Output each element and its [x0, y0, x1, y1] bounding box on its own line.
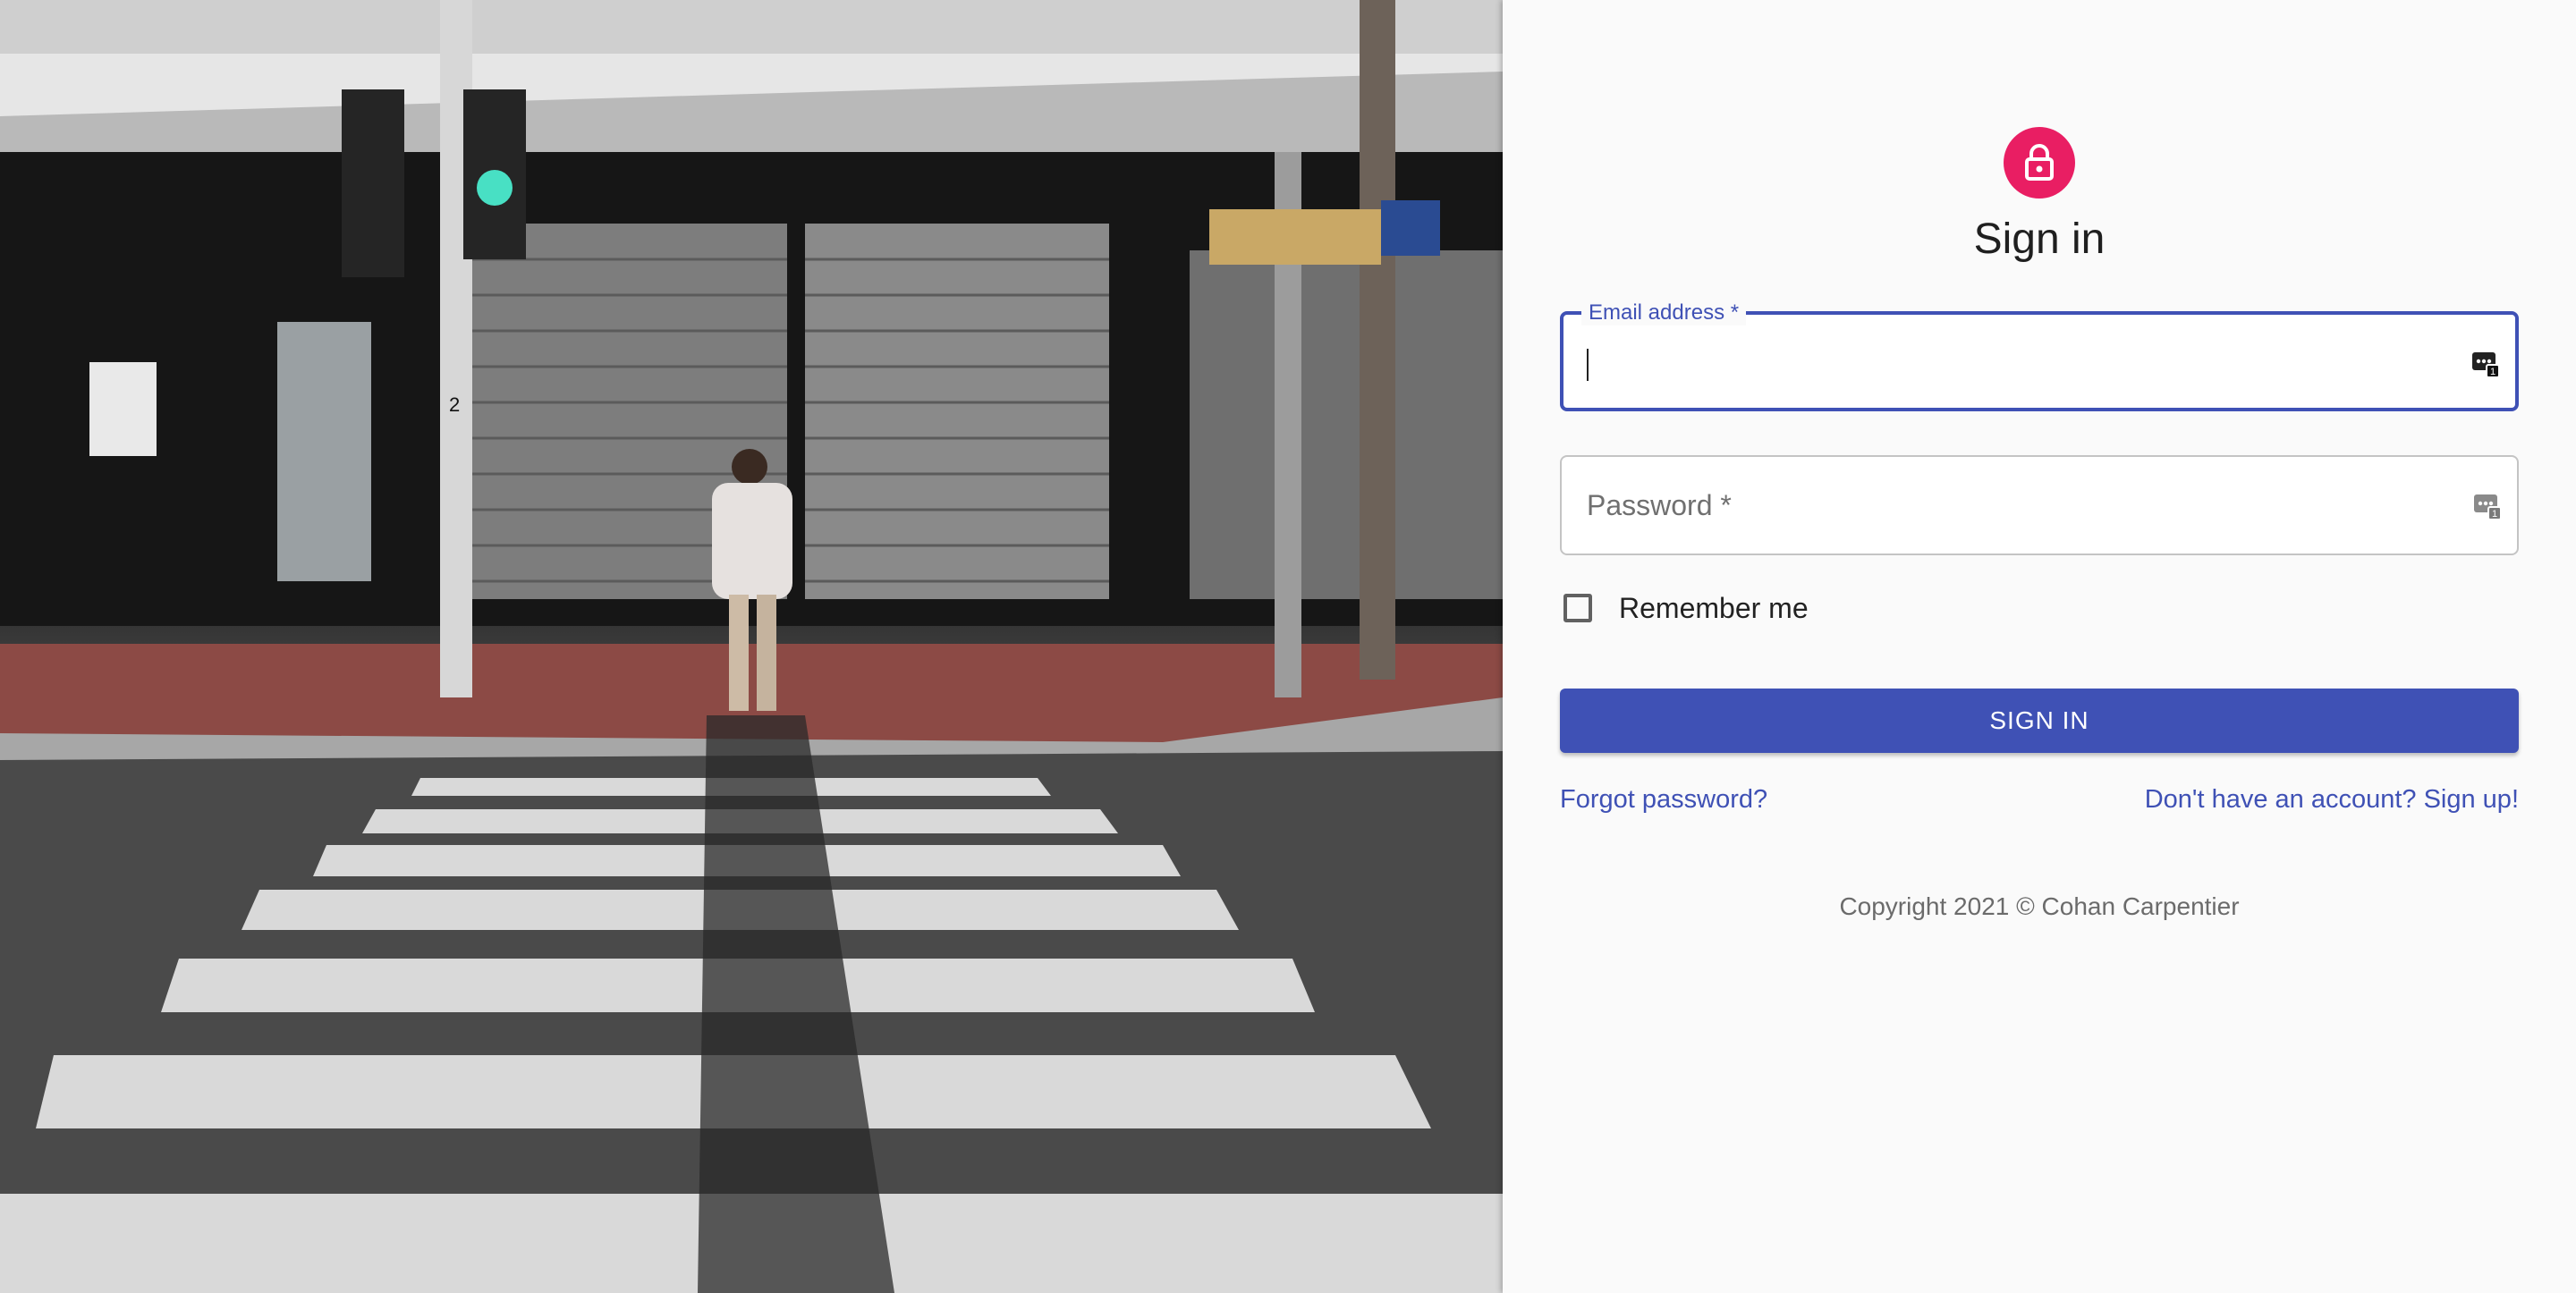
email-label: Email address * [1581, 300, 1747, 325]
forgot-password-link[interactable]: Forgot password? [1560, 783, 1767, 816]
lock-avatar [2004, 127, 2075, 199]
page-title: Sign in [1973, 216, 2106, 263]
pole-number: 2 [449, 393, 460, 416]
password-manager-key-icon[interactable]: 1 [2472, 489, 2501, 520]
copyright-text: Copyright 2021 © Cohan Carpentier [1839, 892, 2240, 920]
sign-in-button[interactable]: SIGN IN [1560, 689, 2519, 753]
sign-in-page: 2 Sign in Email address * 1 Password * 1… [0, 0, 2576, 1293]
password-field[interactable]: Password * 1 [1560, 455, 2519, 555]
svg-text:1: 1 [2490, 367, 2496, 377]
sign-up-link[interactable]: Don't have an account? Sign up! [2145, 783, 2519, 816]
email-input[interactable] [1587, 336, 2449, 392]
lock-icon [2025, 144, 2054, 181]
text-cursor [1587, 349, 1589, 381]
remember-me-checkbox[interactable]: Remember me [1560, 588, 1809, 628]
background-photo: 2 [0, 0, 1503, 1293]
password-manager-key-icon[interactable]: 1 [2470, 347, 2499, 377]
checkbox-icon[interactable] [1563, 594, 1592, 622]
svg-text:1: 1 [2492, 509, 2497, 520]
remember-me-label: Remember me [1619, 591, 1809, 624]
email-field[interactable]: Email address * 1 [1560, 300, 2519, 411]
sign-in-panel: Sign in Email address * 1 Password * 1 R… [1503, 0, 2576, 1293]
password-input[interactable] [1585, 478, 2447, 534]
street-photo-illustration: 2 [0, 0, 1503, 1293]
